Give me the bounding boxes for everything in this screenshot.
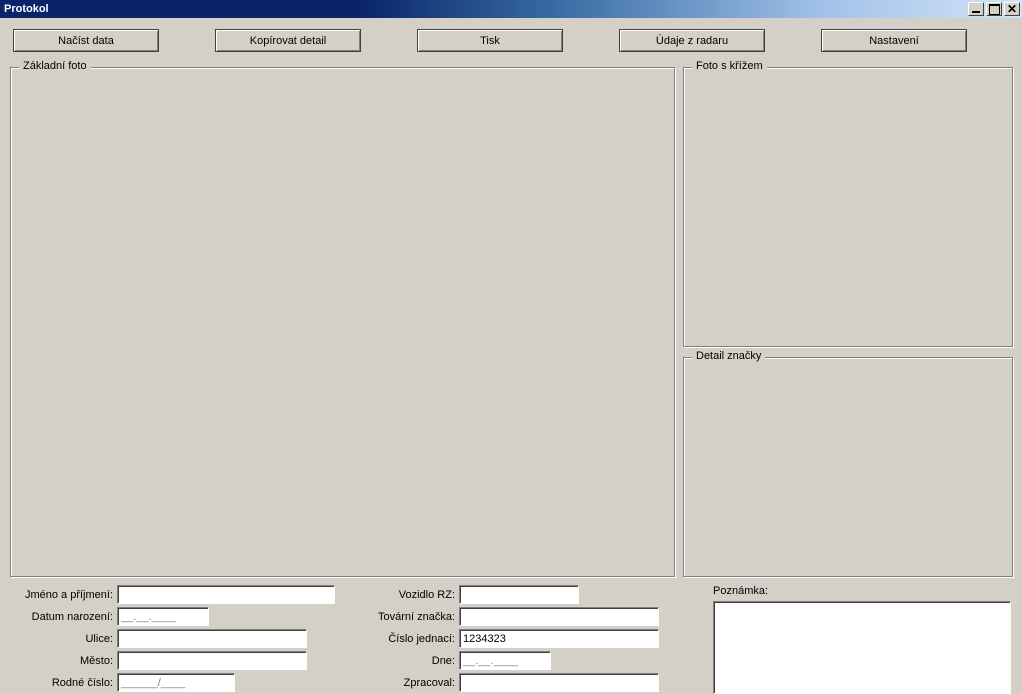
street-label: Ulice: [9, 633, 117, 645]
plate-detail-group: Detail značky [683, 357, 1013, 577]
basic-photo-group: Základní foto [10, 67, 675, 577]
copy-detail-button[interactable]: Kopírovat detail [215, 29, 361, 52]
birthnumber-field[interactable]: ______/____ [117, 673, 235, 692]
name-field[interactable] [117, 585, 335, 604]
toolbar: Načíst data Kopírovat detail Tisk Údaje … [1, 19, 1022, 58]
birthnumber-label: Rodné číslo: [9, 677, 117, 689]
name-label: Jméno a příjmení: [9, 589, 117, 601]
birthdate-label: Datum narození: [9, 611, 117, 623]
city-label: Město: [9, 655, 117, 667]
plate-field[interactable] [459, 585, 579, 604]
plate-detail-legend: Detail značky [692, 350, 765, 362]
window-maximize-button[interactable] [986, 2, 1002, 16]
processedby-field[interactable] [459, 673, 659, 692]
street-field[interactable] [117, 629, 307, 648]
load-data-button[interactable]: Načíst data [13, 29, 159, 52]
radar-data-button[interactable]: Údaje z radaru [619, 29, 765, 52]
window-close-button[interactable]: ✕ [1004, 2, 1020, 16]
window-title: Protokol [4, 3, 966, 15]
window-minimize-button[interactable] [968, 2, 984, 16]
note-field[interactable] [713, 601, 1011, 694]
plate-label: Vozidlo RZ: [363, 589, 459, 601]
caseno-field[interactable] [459, 629, 659, 648]
date-label: Dne: [363, 655, 459, 667]
date-field[interactable]: __.__.____ [459, 651, 551, 670]
make-field[interactable] [459, 607, 659, 626]
make-label: Tovární značka: [363, 611, 459, 623]
note-label: Poznámka: [713, 585, 772, 597]
client-area: Načíst data Kopírovat detail Tisk Údaje … [0, 18, 1022, 693]
caseno-label: Číslo jednací: [363, 633, 459, 645]
settings-button[interactable]: Nastavení [821, 29, 967, 52]
city-field[interactable] [117, 651, 307, 670]
window-titlebar: Protokol ✕ [0, 0, 1022, 18]
cross-photo-legend: Foto s křížem [692, 60, 767, 72]
processedby-label: Zpracoval: [363, 677, 459, 689]
birthdate-field[interactable]: __.__.____ [117, 607, 209, 626]
basic-photo-legend: Základní foto [19, 60, 91, 72]
print-button[interactable]: Tisk [417, 29, 563, 52]
cross-photo-group: Foto s křížem [683, 67, 1013, 347]
